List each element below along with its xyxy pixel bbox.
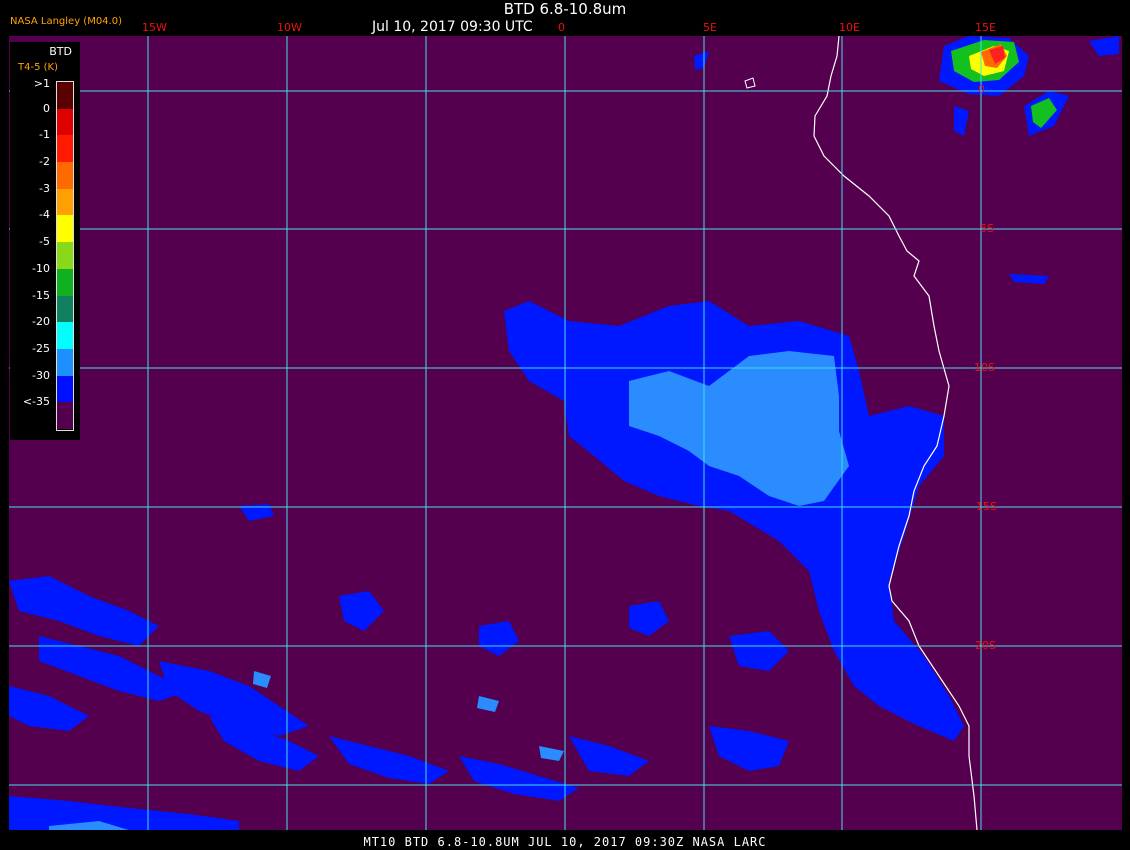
legend-label: -2 bbox=[39, 155, 50, 169]
legend-swatch bbox=[57, 242, 73, 270]
lon-label-10w: 10W bbox=[277, 21, 302, 34]
satellite-map bbox=[9, 36, 1122, 830]
lat-label-5s: 5S bbox=[980, 222, 994, 235]
legend-swatch bbox=[57, 375, 73, 403]
convective-cell bbox=[939, 36, 1119, 136]
legend-label: -15 bbox=[32, 288, 50, 302]
legend-swatch bbox=[57, 135, 73, 163]
legend-swatch bbox=[57, 348, 73, 376]
legend-label: >1 bbox=[33, 77, 50, 90]
lat-label-0: 0 bbox=[978, 83, 985, 96]
legend-swatch bbox=[57, 268, 73, 296]
lon-label-15w: 15W bbox=[142, 21, 167, 34]
legend-units: T4-5 (K) bbox=[18, 62, 58, 73]
organization-label: NASA Langley (M04.0) bbox=[10, 16, 122, 27]
color-legend: BTD T4-5 (K) >1 0 -1 -2 -3 -4 -5 -10 -15 -20 -25 -3… bbox=[10, 42, 80, 440]
lat-label-20s: 20S bbox=[975, 639, 996, 652]
image-title: BTD 6.8-10.8um bbox=[503, 0, 627, 18]
island-outline bbox=[744, 77, 756, 89]
legend-swatch bbox=[57, 188, 73, 216]
legend-label: -10 bbox=[32, 261, 50, 275]
legend-label: -4 bbox=[39, 208, 50, 222]
legend-title: BTD bbox=[49, 45, 72, 58]
lon-label-5e: 5E bbox=[703, 21, 717, 34]
image-datetime: Jul 10, 2017 09:30 UTC bbox=[372, 19, 533, 35]
legend-swatch bbox=[57, 295, 73, 323]
legend-label: -25 bbox=[32, 341, 50, 355]
lon-label-10e: 10E bbox=[839, 21, 860, 34]
legend-swatch bbox=[57, 402, 73, 430]
legend-swatch bbox=[57, 82, 73, 109]
legend-swatch bbox=[57, 108, 73, 136]
footer-caption: MT10 BTD 6.8-10.8UM JUL 10, 2017 09:30Z … bbox=[363, 835, 767, 849]
legend-label: -20 bbox=[32, 315, 50, 329]
legend-label: 0 bbox=[43, 101, 50, 115]
legend-label: -30 bbox=[32, 368, 50, 382]
legend-label: -1 bbox=[39, 128, 50, 142]
legend-label: <-35 bbox=[22, 395, 50, 409]
legend-label: -5 bbox=[39, 235, 50, 249]
legend-label: -3 bbox=[39, 181, 50, 195]
lon-label-0: 0 bbox=[558, 21, 565, 34]
lat-label-10s: 10S bbox=[974, 361, 995, 374]
legend-swatch bbox=[57, 322, 73, 350]
map-imagery bbox=[9, 36, 1122, 830]
lon-label-15e: 15E bbox=[975, 21, 996, 34]
legend-swatch bbox=[57, 215, 73, 243]
lat-label-15s: 15S bbox=[976, 500, 997, 513]
legend-swatch bbox=[57, 162, 73, 190]
